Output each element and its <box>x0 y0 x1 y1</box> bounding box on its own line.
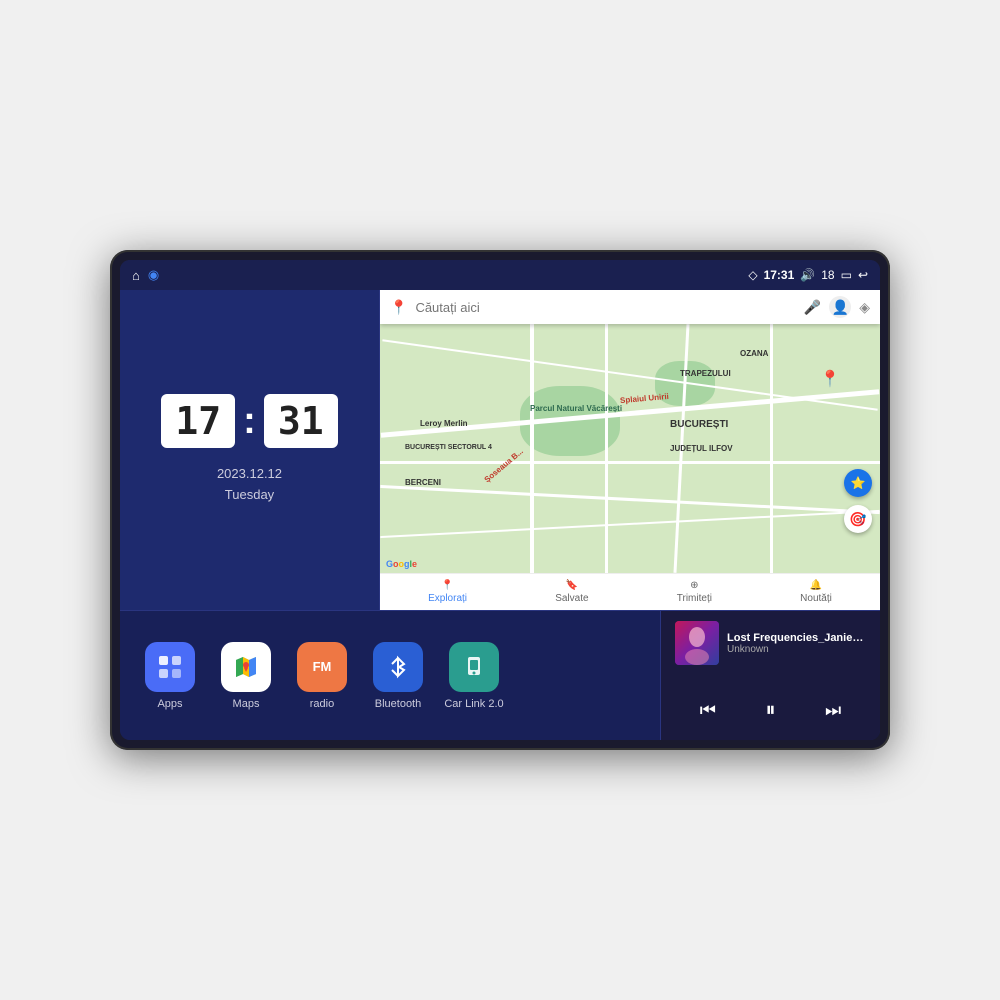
send-label: Trimiteți <box>677 593 712 604</box>
sector4-label: BUCUREȘTI SECTORUL 4 <box>405 444 492 451</box>
clock-minute: 31 <box>264 394 338 448</box>
park-label: Parcul Natural Văcărești <box>530 404 622 413</box>
ilfov-label: JUDEȚUL ILFOV <box>670 444 733 453</box>
maps-status-icon[interactable]: ◉ <box>148 267 159 283</box>
clock-colon: : <box>243 402 256 440</box>
signal-icon: ◇ <box>748 268 757 282</box>
music-info: Lost Frequencies_Janieck Devy-... Unknow… <box>675 621 866 665</box>
map-nav-saved[interactable]: 🔖 Salvate <box>555 580 588 604</box>
bluetooth-label: Bluetooth <box>375 698 421 710</box>
berceni-label: BERCENI <box>405 478 441 487</box>
trapezului-label: TRAPEZULUI <box>680 369 731 378</box>
bottom-section: Apps Ma <box>120 610 880 740</box>
home-icon[interactable]: ⌂ <box>132 268 140 283</box>
map-nav-news[interactable]: 🔔 Noutăți <box>800 580 832 604</box>
send-icon: ⊕ <box>690 580 698 591</box>
music-title: Lost Frequencies_Janieck Devy-... <box>727 632 867 644</box>
explore-label: Explorați <box>428 593 467 604</box>
music-text-info: Lost Frequencies_Janieck Devy-... Unknow… <box>727 632 867 655</box>
carlink-label: Car Link 2.0 <box>444 698 503 710</box>
map-nav-explore[interactable]: 📍 Explorați <box>428 580 467 604</box>
top-section: 17 : 31 2023.12.12 Tuesday 📍 🎤 <box>120 290 880 610</box>
map-bottom-nav: 📍 Explorați 🔖 Salvate ⊕ Trimiteți 🔔 <box>380 573 880 610</box>
road-diag2 <box>380 510 879 538</box>
app-icon-maps[interactable]: Maps <box>216 642 276 710</box>
news-label: Noutăți <box>800 593 832 604</box>
soseaua-label: Șoseaua B... <box>483 447 525 484</box>
map-widget: 📍 🎤 👤 ◈ <box>380 290 880 610</box>
clock-hour: 17 <box>161 394 235 448</box>
app-icon-radio[interactable]: FM radio <box>292 642 352 710</box>
back-icon[interactable]: ↩ <box>858 268 868 282</box>
map-background: Parcul Natural Văcărești BUCUREȘTI JUDEȚ… <box>380 324 880 573</box>
map-area[interactable]: Parcul Natural Văcărești BUCUREȘTI JUDEȚ… <box>380 324 880 573</box>
radio-icon: FM <box>297 642 347 692</box>
clock-display: 17 : 31 <box>161 394 337 448</box>
time-display: 17:31 <box>764 268 795 282</box>
app-icons-row: Apps Ma <box>120 611 660 740</box>
volume-level: 18 <box>821 268 834 282</box>
music-controls: ⏮ ⏸ ⏭ <box>675 691 866 730</box>
map-search-bar: 📍 🎤 👤 ◈ <box>380 290 880 324</box>
music-album-art <box>675 621 719 665</box>
clock-date: 2023.12.12 Tuesday <box>217 464 282 506</box>
clock-widget: 17 : 31 2023.12.12 Tuesday <box>120 290 380 610</box>
music-player: Lost Frequencies_Janieck Devy-... Unknow… <box>660 611 880 740</box>
clock-date-text: 2023.12.12 <box>217 464 282 485</box>
road-h2 <box>380 461 880 464</box>
news-icon: 🔔 <box>810 580 822 591</box>
layers-icon[interactable]: ◈ <box>859 299 870 316</box>
road-h3 <box>380 485 879 514</box>
radio-label: radio <box>310 698 334 710</box>
apps-label: Apps <box>157 698 182 710</box>
bluetooth-icon <box>373 642 423 692</box>
maps-label: Maps <box>233 698 260 710</box>
compass-button[interactable]: ⭐ <box>844 469 872 497</box>
saved-icon: 🔖 <box>566 580 578 591</box>
splaiul-label: Splaiul Unirii <box>620 392 670 405</box>
status-bar: ⌂ ◉ ◇ 17:31 🔊 18 ▭ ↩ <box>120 260 880 290</box>
ozana-label: OZANA <box>740 349 768 358</box>
leroy-label: Leroy Merlin <box>420 419 468 428</box>
app-icon-apps[interactable]: Apps <box>140 642 200 710</box>
volume-icon: 🔊 <box>800 268 815 282</box>
map-nav-send[interactable]: ⊕ Trimiteți <box>677 580 712 604</box>
google-logo: Google <box>386 559 417 569</box>
map-search-input[interactable] <box>415 300 795 315</box>
app-icon-bluetooth[interactable]: Bluetooth <box>368 642 428 710</box>
device-outer: ⌂ ◉ ◇ 17:31 🔊 18 ▭ ↩ 17 : <box>110 250 890 750</box>
apps-icon <box>145 642 195 692</box>
mic-icon[interactable]: 🎤 <box>804 299 821 316</box>
road-v4 <box>770 324 773 573</box>
road-v3 <box>605 324 608 573</box>
clock-day-text: Tuesday <box>217 485 282 506</box>
album-art-image <box>675 621 719 665</box>
status-right: ◇ 17:31 🔊 18 ▭ ↩ <box>748 268 868 282</box>
saved-label: Salvate <box>555 593 588 604</box>
status-left: ⌂ ◉ <box>132 267 159 283</box>
account-icon[interactable]: 👤 <box>829 296 851 318</box>
location-button[interactable]: 🎯 <box>844 505 872 533</box>
destination-pin: 📍 <box>820 369 840 389</box>
map-pin-icon: 📍 <box>390 299 407 316</box>
maps-icon <box>221 642 271 692</box>
bucharest-label: BUCUREȘTI <box>670 419 728 430</box>
explore-icon: 📍 <box>441 580 453 591</box>
music-artist: Unknown <box>727 644 867 655</box>
main-content: 17 : 31 2023.12.12 Tuesday 📍 🎤 <box>120 290 880 740</box>
prev-button[interactable]: ⏮ <box>692 696 724 725</box>
next-button[interactable]: ⏭ <box>817 696 849 725</box>
carlink-icon <box>449 642 499 692</box>
app-icon-carlink[interactable]: Car Link 2.0 <box>444 642 504 710</box>
battery-icon: ▭ <box>841 268 852 282</box>
play-pause-button[interactable]: ⏸ <box>758 695 784 726</box>
device-screen: ⌂ ◉ ◇ 17:31 🔊 18 ▭ ↩ 17 : <box>120 260 880 740</box>
